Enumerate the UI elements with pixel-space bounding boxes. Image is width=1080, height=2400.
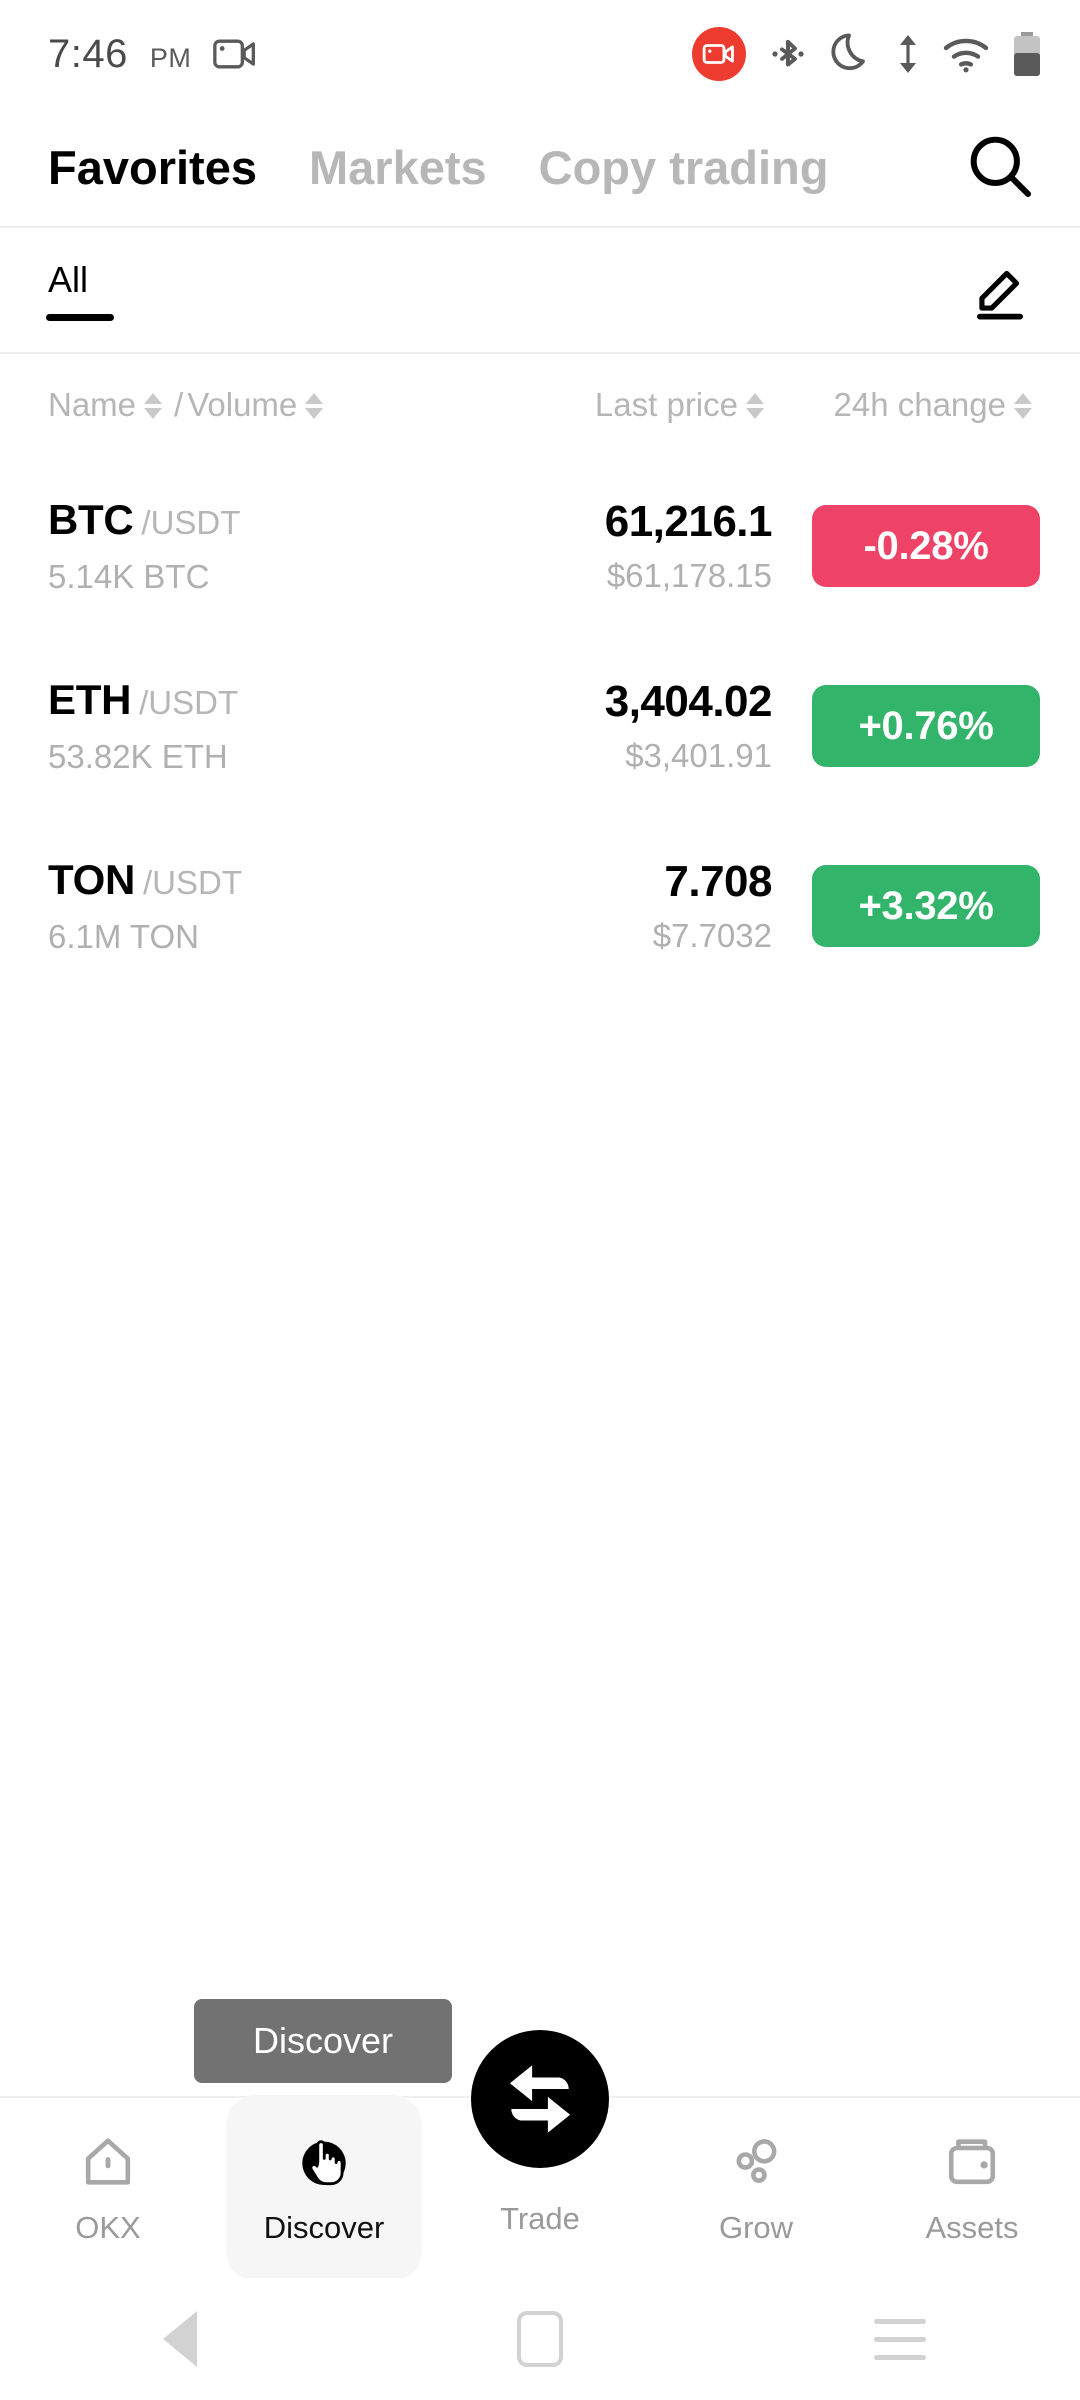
status-badge[interactable]: +0.76%	[812, 685, 1040, 767]
screen-record-status-icon	[213, 37, 257, 71]
column-header-last-price-label: Last price	[594, 386, 738, 423]
price-cell: 3,404.02 $3,401.91	[504, 677, 773, 775]
nav-item-okx[interactable]: OKX	[0, 2097, 216, 2279]
column-header-24h-change[interactable]: 24h change	[772, 386, 1040, 424]
battery-icon	[1012, 31, 1042, 77]
bluetooth-icon	[768, 32, 808, 76]
table-header: Name / Volume Last price 24h change	[0, 374, 1080, 436]
android-home-button[interactable]	[480, 2294, 600, 2384]
tab-markets[interactable]: Markets	[309, 140, 487, 195]
price-cell: 7.708 $7.7032	[504, 857, 773, 955]
discover-tooltip: Discover	[194, 1999, 452, 2083]
screen-record-icon	[692, 27, 746, 81]
filter-bar: All	[0, 228, 1080, 352]
change-cell: +3.32%	[772, 865, 1040, 947]
nav-label-grow: Grow	[718, 2210, 794, 2245]
back-triangle-icon	[163, 2311, 197, 2367]
nav-label-okx: OKX	[75, 2210, 141, 2245]
nav-item-discover[interactable]: Discover	[216, 2095, 432, 2281]
column-header-name-volume[interactable]: Name / Volume	[48, 386, 504, 424]
pair-base: ETH	[48, 676, 132, 723]
search-icon	[964, 130, 1038, 204]
column-header-volume-label: Volume	[187, 386, 298, 423]
sort-arrows-name-icon[interactable]	[144, 393, 163, 419]
pair-volume: 5.14K BTC	[48, 558, 210, 595]
change-cell: -0.28%	[772, 505, 1040, 587]
pair-cell: ETH /USDT 53.82K ETH	[48, 676, 504, 776]
last-price-usd: $61,178.15	[606, 557, 772, 594]
filter-tab-all-label: All	[48, 259, 89, 300]
nav-item-assets[interactable]: Assets	[864, 2097, 1080, 2279]
home-square-icon	[517, 2311, 563, 2367]
data-transfer-icon	[896, 33, 920, 75]
last-price: 3,404.02	[604, 677, 773, 726]
pair-quote: /USDT	[143, 864, 242, 901]
nav-label-discover: Discover	[263, 2210, 385, 2245]
pair-name: TON /USDT	[48, 856, 504, 904]
clock-ampm: PM	[149, 42, 192, 73]
status-bar: 7:46 PM	[0, 0, 1080, 108]
android-back-button[interactable]	[120, 2294, 240, 2384]
tab-favorites[interactable]: Favorites	[48, 140, 257, 195]
pair-volume: 53.82K ETH	[48, 738, 228, 775]
edit-pencil-icon	[969, 259, 1031, 321]
nav-label-trade: Trade	[500, 2201, 580, 2236]
pair-quote: /USDT	[141, 504, 241, 541]
tab-copy-trading[interactable]: Copy trading	[539, 140, 829, 195]
pair-name: ETH /USDT	[48, 676, 504, 724]
status-badge[interactable]: -0.28%	[812, 505, 1040, 587]
last-price-usd: $7.7032	[652, 917, 772, 954]
pair-volume: 6.1M TON	[48, 918, 199, 955]
recents-menu-icon	[874, 2318, 926, 2360]
table-row[interactable]: BTC /USDT 5.14K BTC 61,216.1 $61,178.15 …	[0, 456, 1080, 636]
last-price-usd: $3,401.91	[625, 737, 772, 774]
nav-label-assets: Assets	[925, 2210, 1019, 2245]
table-row[interactable]: ETH /USDT 53.82K ETH 3,404.02 $3,401.91 …	[0, 636, 1080, 816]
column-header-24h-change-label: 24h change	[833, 386, 1007, 423]
pair-name: BTC /USDT	[48, 496, 504, 544]
sort-arrows-change-icon[interactable]	[1014, 393, 1032, 419]
android-navigation-bar	[0, 2278, 1080, 2400]
sort-arrows-price-icon[interactable]	[746, 393, 764, 419]
change-cell: +0.76%	[772, 685, 1040, 767]
cursor-hand-icon	[292, 2130, 356, 2194]
pair-cell: TON /USDT 6.1M TON	[48, 856, 504, 956]
trade-fab-button[interactable]	[471, 2030, 609, 2168]
market-list: BTC /USDT 5.14K BTC 61,216.1 $61,178.15 …	[0, 456, 1080, 996]
wifi-icon	[942, 35, 990, 73]
column-header-separator: /	[174, 386, 184, 423]
sort-arrows-volume-icon[interactable]	[305, 393, 324, 419]
filter-tab-indicator	[46, 314, 114, 321]
top-tabs: Favorites Markets Copy trading	[48, 140, 958, 195]
bubbles-icon	[724, 2130, 788, 2194]
last-price: 61,216.1	[604, 497, 773, 546]
column-header-last-price[interactable]: Last price	[504, 386, 772, 424]
swap-arrows-icon	[497, 2056, 583, 2142]
wallet-icon	[940, 2130, 1004, 2194]
last-price: 7.708	[664, 857, 772, 906]
pair-quote: /USDT	[139, 684, 239, 721]
top-tab-bar: Favorites Markets Copy trading	[0, 108, 1080, 226]
table-row[interactable]: TON /USDT 6.1M TON 7.708 $7.7032 +3.32%	[0, 816, 1080, 996]
price-cell: 61,216.1 $61,178.15	[504, 497, 773, 595]
do-not-disturb-moon-icon	[830, 31, 874, 77]
home-icon	[76, 2130, 140, 2194]
filter-tab-all[interactable]: All	[46, 259, 114, 321]
search-button[interactable]	[958, 124, 1044, 210]
clock-time: 7:46	[48, 31, 128, 76]
pair-base: TON	[48, 856, 135, 903]
status-bar-right	[692, 27, 1042, 81]
status-bar-left: 7:46 PM	[48, 32, 257, 77]
phone-screen: 7:46 PM Favorites Markets Copy trading A…	[0, 0, 1080, 2400]
android-recents-button[interactable]	[840, 2294, 960, 2384]
pair-cell: BTC /USDT 5.14K BTC	[48, 496, 504, 596]
pair-base: BTC	[48, 496, 134, 543]
edit-favorites-button[interactable]	[960, 250, 1040, 330]
nav-item-grow[interactable]: Grow	[648, 2097, 864, 2279]
status-badge[interactable]: +3.32%	[812, 865, 1040, 947]
column-header-name-label: Name	[48, 386, 137, 423]
filter-divider	[0, 352, 1080, 354]
discover-tooltip-label: Discover	[252, 2020, 394, 2061]
